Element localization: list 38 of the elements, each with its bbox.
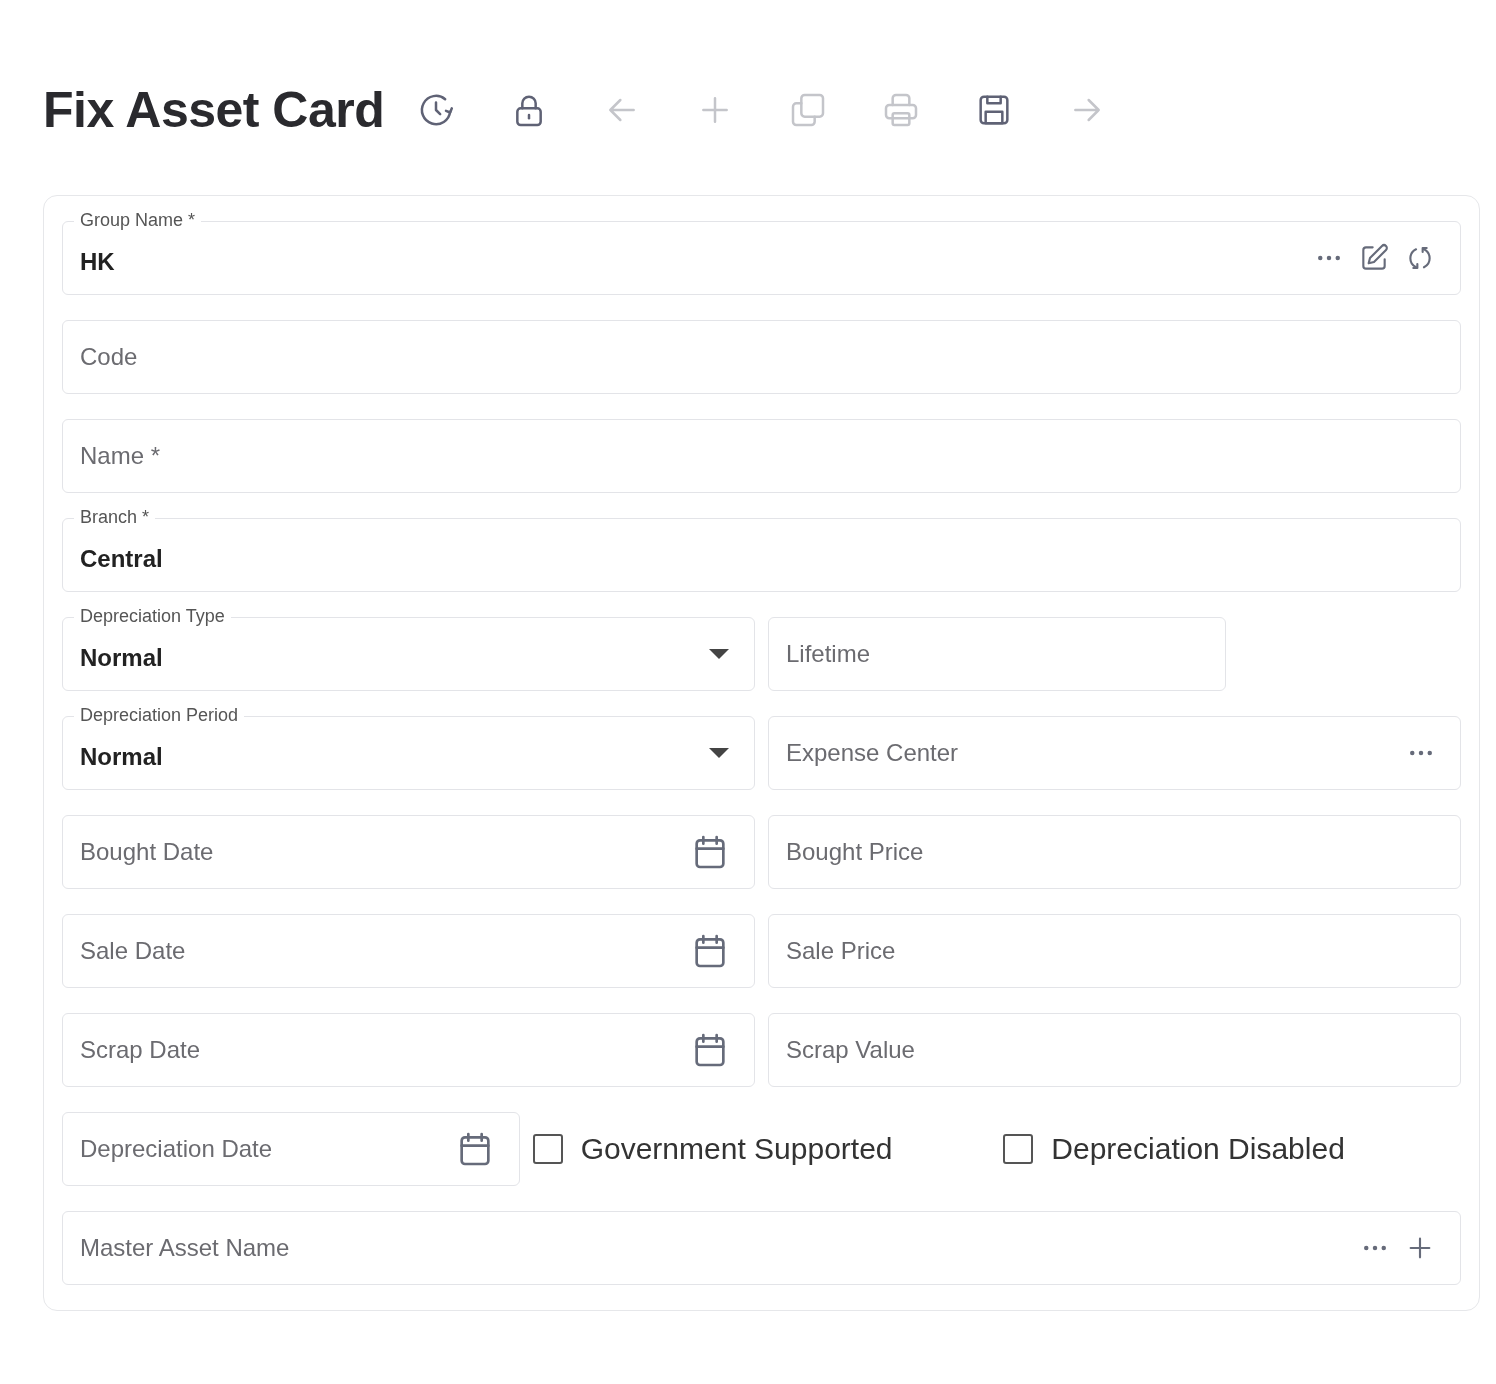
checkbox[interactable] — [532, 1134, 563, 1164]
lookup-field[interactable]: Master Asset Name — [62, 1211, 1461, 1285]
text-input[interactable]: Name * — [80, 426, 1436, 486]
text-input[interactable]: Lifetime — [786, 624, 1201, 684]
page-title: Fix Asset Card — [43, 81, 385, 139]
field-label: Depreciation Type — [74, 606, 231, 626]
field-value: HK — [80, 247, 116, 276]
checkbox-label: Government Supported — [580, 1132, 893, 1166]
caret-icon — [708, 648, 730, 660]
text-input[interactable]: Sale Date — [80, 921, 676, 981]
text-input[interactable]: Depreciation Date — [80, 1119, 441, 1179]
input-field[interactable]: Code — [62, 320, 1461, 394]
field-value: Central — [80, 544, 164, 573]
text-input[interactable]: Scrap Value — [786, 1020, 1436, 1080]
input-field[interactable]: Bought Price — [768, 815, 1461, 889]
text-input[interactable]: Expense Center — [786, 723, 1392, 783]
input-field[interactable]: Lifetime — [768, 617, 1226, 691]
date-field[interactable]: Bought Date — [62, 815, 755, 889]
input-field[interactable]: Name * — [62, 419, 1461, 493]
input-field[interactable]: Scrap Value — [768, 1013, 1461, 1087]
text-input[interactable]: Master Asset Name — [80, 1218, 1346, 1278]
date-field[interactable]: Sale Date — [62, 914, 755, 988]
text-input[interactable]: Scrap Date — [80, 1020, 676, 1080]
date-field[interactable]: Depreciation Date — [62, 1112, 520, 1186]
checkbox-label: Depreciation Disabled — [1051, 1132, 1345, 1166]
field-label: Group Name * — [74, 210, 202, 230]
lookup-field[interactable]: Expense Center — [768, 716, 1461, 790]
caret-icon — [708, 747, 730, 759]
checkbox[interactable] — [1003, 1134, 1034, 1164]
text-input[interactable]: Bought Date — [80, 822, 676, 882]
field-value: Normal — [80, 742, 164, 771]
input-field[interactable]: Sale Price — [768, 914, 1461, 988]
text-input[interactable]: Bought Price — [786, 822, 1436, 882]
date-field[interactable]: Scrap Date — [62, 1013, 755, 1087]
field-label: Depreciation Period — [74, 705, 245, 725]
field-value: Normal — [80, 643, 164, 672]
text-input[interactable]: Sale Price — [786, 921, 1436, 981]
text-input[interactable]: Code — [80, 327, 1436, 387]
